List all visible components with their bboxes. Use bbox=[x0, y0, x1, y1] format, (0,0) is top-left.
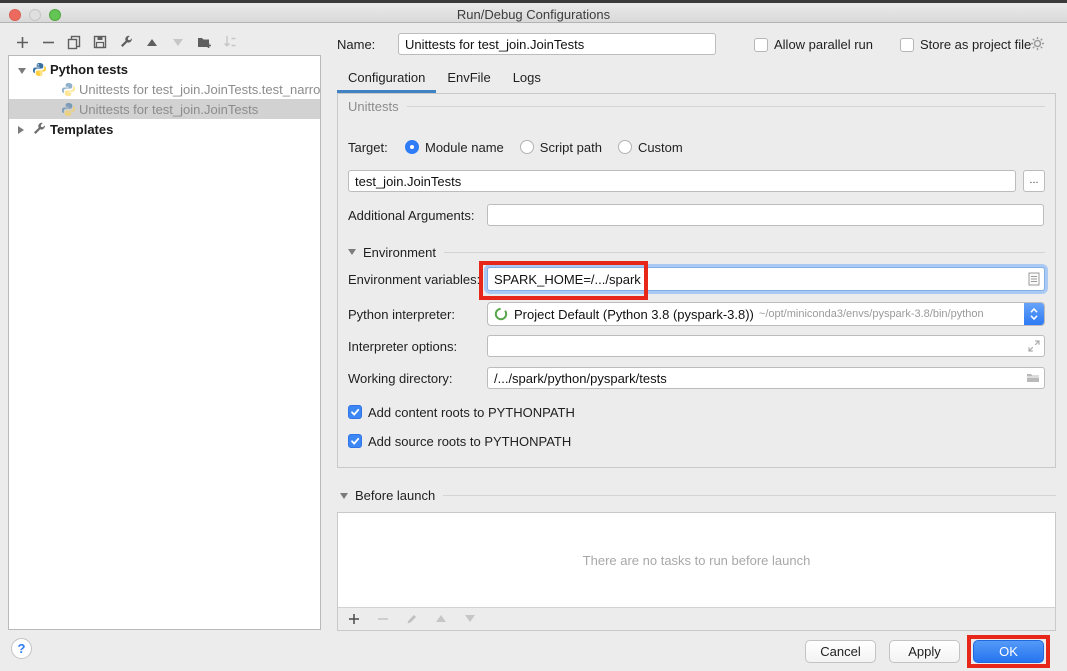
target-label: Target: bbox=[348, 140, 405, 155]
templates-wrench-icon bbox=[32, 122, 47, 137]
remove-configuration-button[interactable] bbox=[40, 34, 56, 50]
titlebar: Run/Debug Configurations bbox=[0, 0, 1067, 23]
edit-templates-wrench-icon[interactable] bbox=[118, 34, 134, 50]
radio-module-name[interactable]: Module name bbox=[405, 140, 504, 155]
radio-module-name-label: Module name bbox=[425, 140, 504, 155]
add-task-button[interactable] bbox=[346, 611, 362, 627]
expand-icon[interactable] bbox=[18, 122, 27, 137]
configuration-panel: Unittests Target: Module name Script pat… bbox=[337, 93, 1056, 468]
collapse-icon[interactable] bbox=[348, 249, 356, 255]
tree-item-label: Unittests for test_join.JoinTests bbox=[79, 102, 258, 117]
remove-task-button bbox=[375, 611, 391, 627]
radio-script-path[interactable]: Script path bbox=[520, 140, 602, 155]
browse-variables-icon[interactable] bbox=[1028, 272, 1040, 286]
save-configuration-icon[interactable] bbox=[92, 34, 108, 50]
radio-unselected[interactable] bbox=[618, 140, 632, 154]
configurations-tree: Python tests Unittests for test_join.Joi… bbox=[8, 55, 321, 630]
radio-script-path-label: Script path bbox=[540, 140, 602, 155]
radio-custom[interactable]: Custom bbox=[618, 140, 683, 155]
additional-arguments-input[interactable] bbox=[487, 204, 1044, 226]
radio-unselected[interactable] bbox=[520, 140, 534, 154]
working-directory-input[interactable] bbox=[487, 367, 1045, 389]
combo-stepper-icon[interactable] bbox=[1024, 302, 1044, 326]
move-task-down-button bbox=[462, 611, 478, 627]
interpreter-value: Project Default (Python 3.8 (pyspark-3.8… bbox=[514, 307, 754, 322]
checkbox-unchecked[interactable] bbox=[900, 38, 914, 52]
before-launch-toolbar bbox=[338, 608, 1055, 629]
folder-icon[interactable] bbox=[1026, 373, 1040, 384]
name-input[interactable] bbox=[398, 33, 716, 55]
interpreter-options-label: Interpreter options: bbox=[348, 339, 487, 354]
window-title: Run/Debug Configurations bbox=[0, 7, 1067, 22]
tree-item-templates[interactable]: Templates bbox=[9, 119, 320, 139]
copy-configuration-icon[interactable] bbox=[66, 34, 82, 50]
add-source-roots-checkbox[interactable]: Add source roots to PYTHONPATH bbox=[348, 434, 571, 449]
collapse-icon[interactable] bbox=[18, 62, 27, 77]
store-as-project-file-label: Store as project file bbox=[920, 37, 1031, 52]
python-icon bbox=[32, 62, 47, 77]
move-down-button bbox=[170, 34, 186, 50]
checkbox-checked[interactable] bbox=[348, 405, 362, 419]
tree-item-label: Templates bbox=[50, 122, 113, 137]
environment-variables-label: Environment variables: bbox=[348, 272, 487, 287]
allow-parallel-run-checkbox[interactable]: Allow parallel run bbox=[754, 37, 873, 52]
collapse-icon[interactable] bbox=[340, 493, 348, 499]
sort-configurations-icon bbox=[222, 34, 238, 50]
new-folder-icon[interactable] bbox=[196, 34, 212, 50]
group-divider bbox=[407, 106, 1045, 107]
edit-task-pencil-icon bbox=[404, 611, 420, 627]
conda-environment-icon bbox=[494, 307, 508, 321]
before-launch-empty-text: There are no tasks to run before launch bbox=[338, 513, 1055, 608]
name-label: Name: bbox=[337, 37, 375, 52]
configuration-tabs: Configuration EnvFile Logs bbox=[337, 66, 552, 93]
module-name-input[interactable] bbox=[348, 170, 1016, 192]
tab-configuration[interactable]: Configuration bbox=[337, 66, 436, 93]
tree-item-unittests-join-selected[interactable]: Unittests for test_join.JoinTests bbox=[9, 99, 320, 119]
environment-variables-input[interactable] bbox=[487, 267, 1045, 291]
radio-selected[interactable] bbox=[405, 140, 419, 154]
tab-envfile[interactable]: EnvFile bbox=[436, 66, 501, 93]
tab-logs[interactable]: Logs bbox=[502, 66, 552, 93]
working-directory-label: Working directory: bbox=[348, 371, 487, 386]
store-as-project-file-checkbox[interactable]: Store as project file bbox=[900, 37, 1031, 52]
tree-item-python-tests[interactable]: Python tests bbox=[9, 59, 320, 79]
apply-button[interactable]: Apply bbox=[889, 640, 960, 663]
tree-item-unittests-narrow[interactable]: Unittests for test_join.JoinTests.test_n… bbox=[9, 79, 320, 99]
unittests-group-label: Unittests bbox=[348, 99, 399, 114]
move-task-up-button bbox=[433, 611, 449, 627]
allow-parallel-run-label: Allow parallel run bbox=[774, 37, 873, 52]
before-launch-label: Before launch bbox=[355, 488, 435, 503]
expand-field-icon[interactable] bbox=[1028, 340, 1040, 352]
python-test-icon bbox=[61, 102, 76, 117]
additional-arguments-label: Additional Arguments: bbox=[348, 208, 487, 223]
gear-icon[interactable] bbox=[1030, 36, 1045, 51]
run-debug-configurations-dialog: Run/Debug Configurations bbox=[0, 0, 1067, 671]
add-source-roots-label: Add source roots to PYTHONPATH bbox=[368, 434, 571, 449]
interpreter-options-input[interactable] bbox=[487, 335, 1045, 357]
ok-button[interactable]: OK bbox=[973, 640, 1044, 663]
python-interpreter-label: Python interpreter: bbox=[348, 307, 487, 322]
add-content-roots-label: Add content roots to PYTHONPATH bbox=[368, 405, 575, 420]
help-button[interactable]: ? bbox=[11, 638, 32, 659]
interpreter-path: ~/opt/miniconda3/envs/pyspark-3.8/bin/py… bbox=[759, 308, 984, 320]
group-divider bbox=[444, 252, 1045, 253]
tree-item-label: Unittests for test_join.JoinTests.test_n… bbox=[79, 82, 320, 97]
tree-item-label: Python tests bbox=[50, 62, 128, 77]
browse-module-button[interactable]: ... bbox=[1023, 170, 1045, 192]
configurations-toolbar bbox=[14, 32, 238, 52]
python-test-icon bbox=[61, 82, 76, 97]
checkbox-checked[interactable] bbox=[348, 434, 362, 448]
add-configuration-button[interactable] bbox=[14, 34, 30, 50]
before-launch-panel: There are no tasks to run before launch bbox=[337, 512, 1056, 631]
environment-section-label: Environment bbox=[363, 245, 436, 260]
cancel-button[interactable]: Cancel bbox=[805, 640, 876, 663]
radio-custom-label: Custom bbox=[638, 140, 683, 155]
group-divider bbox=[443, 495, 1056, 496]
before-launch-header[interactable]: Before launch bbox=[340, 488, 1056, 503]
add-content-roots-checkbox[interactable]: Add content roots to PYTHONPATH bbox=[348, 405, 575, 420]
move-up-button[interactable] bbox=[144, 34, 160, 50]
checkbox-unchecked[interactable] bbox=[754, 38, 768, 52]
python-interpreter-combobox[interactable]: Project Default (Python 3.8 (pyspark-3.8… bbox=[487, 302, 1045, 326]
